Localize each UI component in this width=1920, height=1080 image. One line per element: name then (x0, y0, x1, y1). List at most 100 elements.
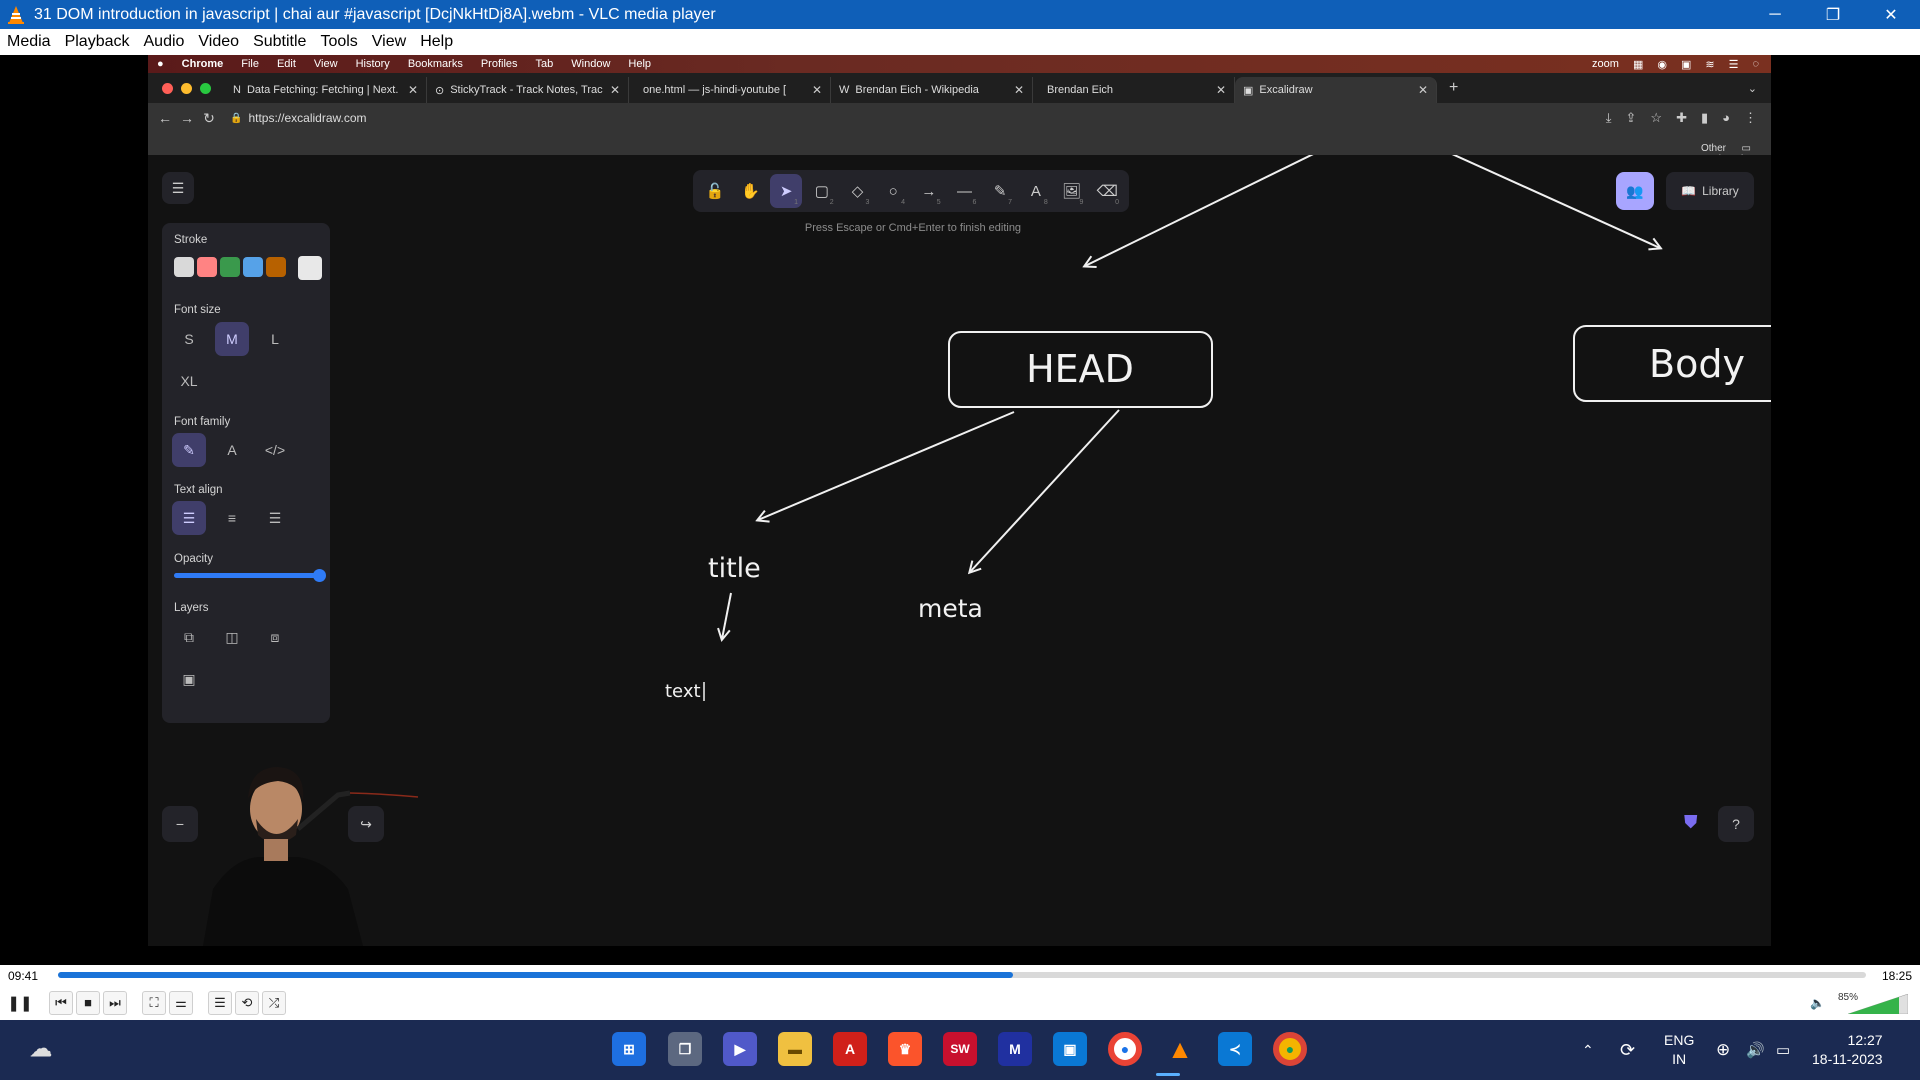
font-normal-button[interactable]: A (215, 433, 249, 467)
image-tool[interactable]: 🖼 9 (1056, 174, 1088, 208)
sync-icon[interactable]: ⟳ (1620, 1020, 1635, 1080)
stroke-color-swatch[interactable] (266, 257, 286, 277)
font-size-m[interactable]: M (215, 322, 249, 356)
speaker-icon[interactable]: 🔈 (1810, 996, 1825, 1010)
chrome-menu-icon[interactable]: ⋮ (1744, 110, 1757, 126)
bookmark-star-icon[interactable]: ☆ (1650, 110, 1662, 126)
align-right-button[interactable]: ☰ (258, 501, 292, 535)
chrome-icon[interactable]: ● (1108, 1032, 1142, 1066)
text-tool[interactable]: A8 (1020, 174, 1052, 208)
help-button[interactable]: ? (1718, 806, 1754, 842)
sidepanel-icon[interactable]: ▮ (1701, 110, 1708, 126)
stroke-color-swatch[interactable] (174, 257, 194, 277)
tab-close-icon[interactable]: ✕ (812, 83, 822, 97)
eraser-tool[interactable]: ⌫ 0 (1091, 174, 1123, 208)
file-explorer-icon[interactable]: ▬ (778, 1032, 812, 1066)
back-icon[interactable]: ← (154, 110, 176, 126)
font-size-s[interactable]: S (172, 322, 206, 356)
acrobat-icon[interactable]: A (833, 1032, 867, 1066)
store-icon[interactable]: ▣ (1053, 1032, 1087, 1066)
lock-tool[interactable]: 🔓 (699, 174, 731, 208)
task-view-icon[interactable]: ❐ (668, 1032, 702, 1066)
install-icon[interactable]: ⤓ (1606, 110, 1612, 126)
forward-icon[interactable]: → (176, 110, 198, 126)
menu-playback[interactable]: Playback (58, 33, 137, 51)
menu-help[interactable]: Help (413, 33, 460, 51)
draw-tool[interactable]: ✎ 7 (984, 174, 1016, 208)
tab-close-icon[interactable]: ✕ (1216, 83, 1226, 97)
chrome-canary-icon[interactable]: ● (1273, 1032, 1307, 1066)
start-icon[interactable]: ⊞ (612, 1032, 646, 1066)
diamond-tool[interactable]: ◇ 3 (842, 174, 874, 208)
fullscreen-button[interactable]: ⛶ (142, 990, 166, 1015)
tab-one-html[interactable]: one.html — js-hindi-youtube [ ✕ (629, 77, 831, 103)
menu-subtitle[interactable]: Subtitle (246, 33, 313, 51)
pause-button[interactable]: ❚❚ (6, 990, 34, 1016)
volume-control[interactable]: 🔈 85% (1810, 990, 1910, 1016)
tab-search-chevron-icon[interactable]: ⌄ (1748, 82, 1757, 95)
tab-close-icon[interactable]: ✕ (1418, 83, 1428, 97)
brave-icon[interactable]: ♛ (888, 1032, 922, 1066)
new-tab-icon[interactable]: + (1449, 79, 1458, 97)
playlist-button[interactable]: ☰ (208, 990, 232, 1015)
tab-close-icon[interactable]: ✕ (1014, 83, 1024, 97)
video-frame[interactable]: ● Chrome File Edit View History Bookmark… (0, 55, 1920, 965)
font-hand-drawn-button[interactable]: ✎ (172, 433, 206, 467)
bring-forward-button[interactable]: ⧈ (258, 620, 292, 654)
close-button[interactable]: ✕ (1862, 0, 1920, 29)
reload-icon[interactable]: ↻ (198, 110, 220, 127)
extended-settings-button[interactable]: ⚌ (169, 990, 193, 1015)
tab-brendan-eich[interactable]: Brendan Eich ✕ (1033, 77, 1235, 103)
font-code-button[interactable]: </> (258, 433, 292, 467)
tab-excalidraw[interactable]: ▣ Excalidraw ✕ (1235, 77, 1437, 103)
solidworks-icon[interactable]: SW (943, 1032, 977, 1066)
previous-button[interactable]: ⏮ (49, 990, 73, 1015)
loop-button[interactable]: ⟲ (235, 990, 259, 1015)
tab-data-fetching[interactable]: N Data Fetching: Fetching | Next. ✕ (225, 77, 427, 103)
excalidraw-canvas[interactable]: HEAD Body title meta text ☰ 🔓 ✋ ➤ 1 ▢ 2 ◇ 3 ○ 4 → 5… (148, 155, 1771, 946)
close-dot-icon[interactable] (162, 82, 173, 94)
tab-close-icon[interactable]: ✕ (408, 83, 418, 97)
tray-chevron-icon[interactable]: ⌃ (1582, 1020, 1594, 1080)
selection-tool[interactable]: ➤ 1 (770, 174, 803, 208)
menu-view[interactable]: View (365, 33, 413, 51)
align-left-button[interactable]: ☰ (172, 501, 206, 535)
library-button[interactable]: 📖 Library (1666, 172, 1754, 210)
tab-stickytrack[interactable]: ⊙ StickyTrack - Track Notes, Trac ✕ (427, 77, 629, 103)
line-tool[interactable]: —6 (949, 174, 981, 208)
extensions-icon[interactable]: ✚ (1676, 110, 1687, 126)
network-icon[interactable]: ⊕ (1716, 1020, 1730, 1080)
stroke-color-swatch[interactable] (243, 257, 263, 277)
tab-close-icon[interactable]: ✕ (610, 83, 620, 97)
font-size-xl[interactable]: XL (172, 364, 206, 398)
align-center-button[interactable]: ≡ (215, 501, 249, 535)
stroke-color-swatch[interactable] (220, 257, 240, 277)
vs-preview-icon[interactable]: M (998, 1032, 1032, 1066)
stroke-color-swatch[interactable] (197, 257, 217, 277)
arrow-tool[interactable]: → 5 (913, 174, 945, 208)
menu-audio[interactable]: Audio (137, 33, 192, 51)
profile-avatar-icon[interactable]: ◕ (1722, 110, 1730, 126)
url-field[interactable]: 🔒 https://excalidraw.com (230, 111, 1606, 125)
menu-media[interactable]: Media (0, 33, 58, 51)
bring-to-front-button[interactable]: ▣ (172, 662, 206, 696)
menu-video[interactable]: Video (191, 33, 246, 51)
opacity-handle[interactable] (313, 569, 326, 582)
language-indicator[interactable]: ENG IN (1664, 1020, 1694, 1080)
live-collaboration-button[interactable]: 👥 (1616, 172, 1654, 210)
send-backward-button[interactable]: ◫ (215, 620, 249, 654)
clock[interactable]: 12:27 18-11-2023 (1812, 1020, 1883, 1080)
send-to-back-button[interactable]: ⧉ (172, 620, 206, 654)
hamburger-menu-button[interactable]: ☰ (162, 172, 194, 204)
zoom-dot-icon[interactable] (200, 82, 211, 94)
volume-slider[interactable] (1848, 994, 1908, 1014)
shuffle-button[interactable]: ⤮ (262, 990, 286, 1015)
font-size-l[interactable]: L (258, 322, 292, 356)
hand-tool[interactable]: ✋ (735, 174, 767, 208)
minimize-dot-icon[interactable] (181, 82, 192, 94)
next-button[interactable]: ⏭ (103, 990, 127, 1015)
share-icon[interactable]: ⇪ (1626, 110, 1637, 126)
minimize-button[interactable]: ─ (1746, 0, 1804, 29)
vscode-icon[interactable]: ≺ (1218, 1032, 1252, 1066)
current-stroke-color[interactable] (298, 256, 322, 280)
